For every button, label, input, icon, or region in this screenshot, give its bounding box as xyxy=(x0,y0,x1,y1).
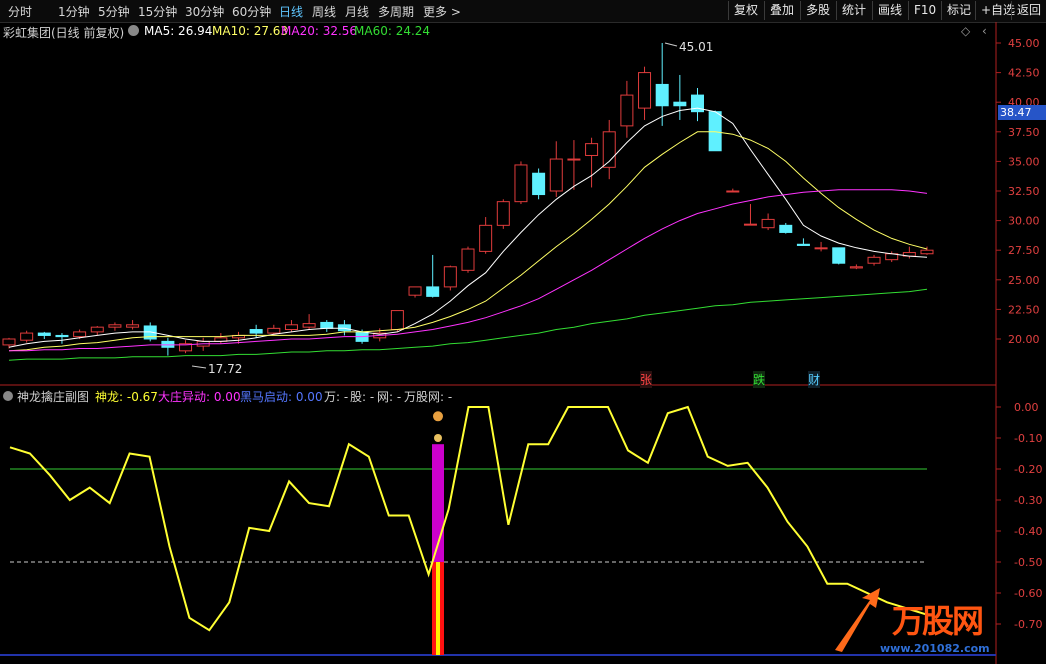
chart-canvas[interactable]: 45.0042.5040.0037.5035.0032.5030.0027.50… xyxy=(0,0,1046,664)
candle-body xyxy=(638,72,652,109)
candle-body xyxy=(90,326,104,333)
marker-cai[interactable]: 财 xyxy=(808,371,821,388)
candle-body xyxy=(708,111,722,152)
candle-body xyxy=(673,101,687,107)
ma-line-ma10 xyxy=(8,131,928,352)
main-price-axis: 45.0042.5040.0037.5035.0032.5030.0027.50… xyxy=(996,37,1040,346)
candle-body xyxy=(814,247,828,250)
candle-body xyxy=(443,266,457,288)
candle-body xyxy=(267,327,281,334)
candle-body xyxy=(726,190,740,193)
high-pointer-line xyxy=(664,42,678,47)
candle-body xyxy=(108,324,122,328)
candle-body xyxy=(320,321,334,329)
sub-indicator-axis: 0.00 -0.10 -0.20 -0.30 -0.40 -0.50 -0.60 -0.70 xyxy=(996,401,1042,631)
main-tick-label: 35.00 xyxy=(1008,155,1040,168)
candle-body xyxy=(284,324,298,331)
candle-body xyxy=(55,334,69,338)
candle-body xyxy=(161,340,175,348)
main-tick-label: 32.50 xyxy=(1008,185,1040,198)
main-tick-label: 20.00 xyxy=(1008,333,1040,346)
low-pointer-line xyxy=(191,365,207,369)
candle-body xyxy=(37,332,51,336)
sub-tick-label: -0.70 xyxy=(1014,618,1042,631)
candle-body xyxy=(532,172,546,196)
indicator-plot xyxy=(9,405,928,655)
candle-body xyxy=(514,164,528,203)
main-tick-label: 27.50 xyxy=(1008,244,1040,257)
sub-tick-label: 0.00 xyxy=(1014,401,1039,414)
main-tick-label: 25.00 xyxy=(1008,274,1040,287)
sub-tick-label: -0.60 xyxy=(1014,587,1042,600)
candle-body xyxy=(126,324,140,328)
candle-body xyxy=(655,83,669,107)
current-price-badge: 38.47 xyxy=(998,105,1046,120)
candle-body xyxy=(761,218,775,229)
main-tick-label: 22.50 xyxy=(1008,303,1040,316)
candle-body xyxy=(249,329,263,334)
candle-body xyxy=(743,223,757,226)
watermark-logo: 万股网 xyxy=(892,602,984,640)
candle-body xyxy=(620,94,634,127)
candle-body xyxy=(920,249,934,255)
candle-body xyxy=(779,224,793,233)
candle-body xyxy=(337,324,351,332)
candle-body xyxy=(479,224,493,252)
candle-body xyxy=(408,286,422,296)
chart-frame xyxy=(0,22,997,664)
moving-averages xyxy=(8,107,928,361)
main-tick-label: 42.50 xyxy=(1008,67,1040,80)
signal-bar-core xyxy=(436,562,440,655)
main-tick-label: 45.00 xyxy=(1008,37,1040,50)
candle-body xyxy=(20,332,34,341)
sub-tick-label: -0.10 xyxy=(1014,432,1042,445)
candle-body xyxy=(796,243,810,246)
candle-body xyxy=(461,248,475,271)
shenlong-line xyxy=(9,405,928,632)
main-tick-label: 37.50 xyxy=(1008,126,1040,139)
sub-tick-label: -0.40 xyxy=(1014,525,1042,538)
candle-body xyxy=(549,158,563,192)
signal-flower-icon xyxy=(433,411,443,422)
signal-face-icon xyxy=(434,434,442,442)
chart-annotations xyxy=(191,42,880,652)
candle-body xyxy=(585,143,599,156)
candle-body xyxy=(2,338,16,346)
candle-body xyxy=(390,310,404,331)
candle-body xyxy=(832,247,846,264)
candle-body xyxy=(426,286,440,297)
marker-die[interactable]: 跌 xyxy=(753,371,766,388)
watermark-url: www.201082.com xyxy=(880,642,990,655)
sub-tick-label: -0.50 xyxy=(1014,556,1042,569)
candle-body xyxy=(867,256,881,264)
candle-body xyxy=(73,331,87,338)
marker-zhang[interactable]: 张 xyxy=(640,371,653,388)
sub-tick-label: -0.30 xyxy=(1014,494,1042,507)
candlestick-series xyxy=(2,43,934,356)
main-tick-label: 30.00 xyxy=(1008,215,1040,228)
low-price-label: 17.72 xyxy=(208,362,243,376)
candle-body xyxy=(849,266,863,269)
watermark-arrow-icon xyxy=(835,588,880,652)
candle-body xyxy=(567,158,581,161)
high-price-label: 45.01 xyxy=(679,40,714,54)
ma-line-ma60 xyxy=(8,288,928,361)
candle-body xyxy=(496,201,510,226)
sub-tick-label: -0.20 xyxy=(1014,463,1042,476)
candle-body xyxy=(302,323,316,328)
